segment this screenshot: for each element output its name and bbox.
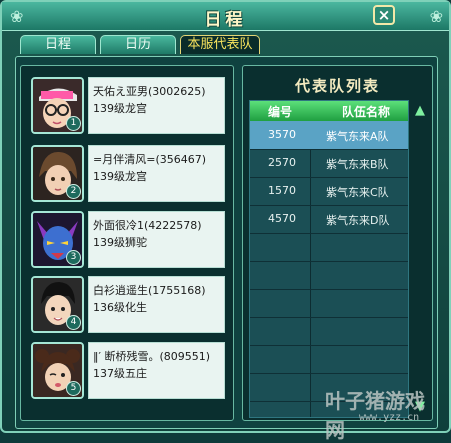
member-level: 139级龙宫	[93, 102, 147, 115]
member-card[interactable]: 3 外面很冷1(4222578) 139级狮驼	[31, 211, 225, 268]
member-card[interactable]: 4 白衫逍遥生(1755168) 136级化生	[31, 276, 225, 333]
member-card[interactable]: 2 =月伴清风=(356467) 139级龙宫	[31, 145, 225, 202]
slot-number: 3	[66, 250, 81, 265]
avatar[interactable]: 3	[31, 211, 84, 268]
member-name: =月伴清风=	[93, 153, 156, 166]
member-name: ‖′ 断桥残雪。	[93, 350, 160, 363]
member-level: 139级龙宫	[93, 170, 147, 183]
watermark-url: www.yzz.cn	[359, 412, 420, 423]
member-info: 天佑え亚男(3002625) 139级龙宫	[88, 77, 225, 134]
team-list-panel: 代表队列表 编号 队伍名称 3570 紫气东来A队 2570 紫气东来B队 15…	[242, 65, 433, 421]
team-name: 紫气东来D队	[326, 214, 390, 227]
tab-calendar[interactable]: 日历	[100, 35, 176, 54]
team-table: 编号 队伍名称 3570 紫气东来A队 2570 紫气东来B队 1570 紫气东…	[249, 100, 409, 418]
member-id: (809551)	[159, 350, 211, 363]
empty-row	[250, 261, 408, 290]
avatar[interactable]: 2	[31, 145, 84, 202]
scrollbar[interactable]: ▲ ▼	[413, 100, 427, 418]
member-level: 136级化生	[93, 301, 147, 314]
member-level: 137级五庄	[93, 367, 147, 380]
member-level: 139级狮驼	[93, 236, 147, 249]
table-row[interactable]: 1570 紫气东来C队	[250, 177, 408, 206]
team-id: 1570	[268, 184, 296, 197]
member-card[interactable]: 1 天佑え亚男(3002625) 139级龙宫	[31, 77, 225, 134]
member-name: 外面很冷1	[93, 219, 144, 232]
member-id: (356467)	[155, 153, 207, 166]
table-row[interactable]: 4570 紫气东来D队	[250, 205, 408, 234]
member-info: ‖′ 断桥残雪。(809551) 137级五庄	[88, 342, 225, 399]
team-name: 紫气东来A队	[326, 130, 389, 143]
empty-row	[250, 317, 408, 346]
slot-number: 5	[66, 381, 81, 396]
column-header-name: 队伍名称	[342, 105, 391, 119]
title-bar[interactable]: ❀ 日程 ❀ ×	[2, 2, 449, 31]
empty-row	[250, 233, 408, 262]
member-name: 白衫逍遥生	[93, 284, 148, 297]
team-id: 3570	[268, 128, 296, 141]
member-info: 白衫逍遥生(1755168) 136级化生	[88, 276, 225, 333]
team-name: 紫气东来B队	[326, 158, 389, 171]
slot-number: 4	[66, 315, 81, 330]
avatar[interactable]: 5	[31, 342, 84, 399]
tab-server-team[interactable]: 本服代表队	[180, 35, 260, 54]
avatar[interactable]: 4	[31, 276, 84, 333]
team-id: 4570	[268, 212, 296, 225]
table-row[interactable]: 2570 紫气东来B队	[250, 149, 408, 178]
member-card[interactable]: 5 ‖′ 断桥残雪。(809551) 137级五庄	[31, 342, 225, 399]
member-name: 天佑え亚男	[93, 85, 148, 98]
member-id: (4222578)	[144, 219, 202, 232]
right-swirl-ornament-icon: ❀	[429, 7, 443, 26]
avatar[interactable]: 1	[31, 77, 84, 134]
empty-row	[250, 345, 408, 374]
scroll-up-arrow-icon[interactable]: ▲	[413, 104, 427, 118]
table-row[interactable]: 3570 紫气东来A队	[250, 121, 408, 150]
member-list: 1 天佑え亚男(3002625) 139级龙宫 2 =月伴清风=(356467)…	[20, 65, 234, 421]
team-id: 2570	[268, 156, 296, 169]
member-id: (1755168)	[148, 284, 206, 297]
column-header-id: 编号	[268, 105, 293, 119]
team-list-title: 代表队列表	[294, 77, 380, 95]
team-name: 紫气东来C队	[326, 186, 389, 199]
close-button[interactable]: ×	[373, 5, 395, 25]
slot-number: 1	[66, 116, 81, 131]
member-info: 外面很冷1(4222578) 139级狮驼	[88, 211, 225, 268]
slot-number: 2	[66, 184, 81, 199]
table-header: 编号 队伍名称	[250, 101, 408, 121]
schedule-window: ❀ 日程 ❀ × 日程 日历 本服代表队 1 天佑え亚男(3002625) 13…	[0, 0, 451, 442]
tab-schedule[interactable]: 日程	[20, 35, 96, 54]
member-info: =月伴清风=(356467) 139级龙宫	[88, 145, 225, 202]
empty-row	[250, 289, 408, 318]
member-id: (3002625)	[148, 85, 206, 98]
watermark: 叶子猪游戏网 www.yzz.cn	[325, 385, 435, 442]
